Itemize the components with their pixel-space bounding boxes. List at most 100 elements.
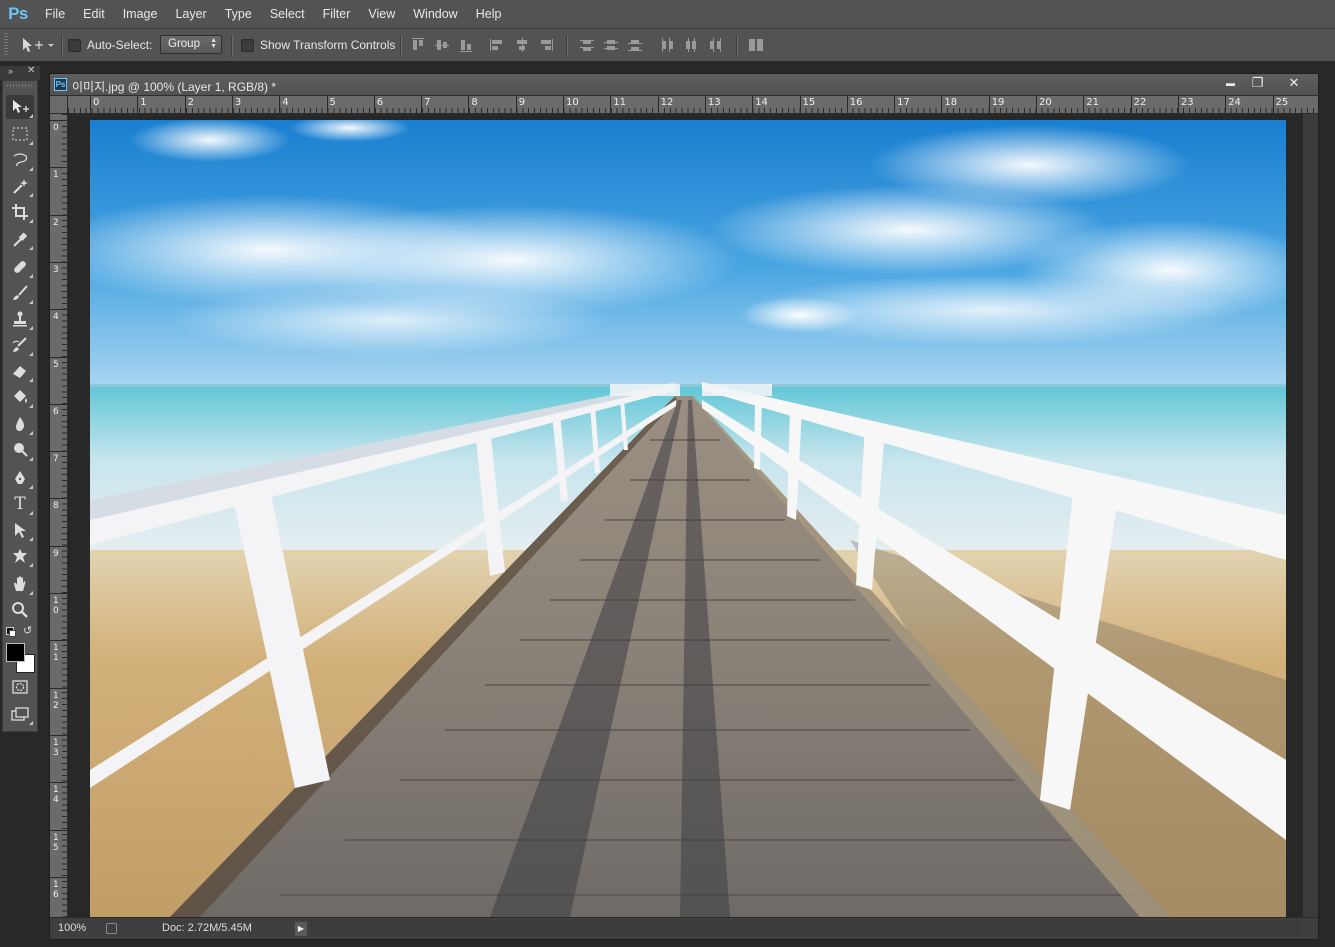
toolbox-grip[interactable] xyxy=(7,84,33,87)
align-vertical-centers-icon[interactable] xyxy=(435,38,449,52)
align-left-edges-icon[interactable] xyxy=(490,38,504,52)
custom-shape-tool[interactable] xyxy=(6,544,34,568)
ruler-label: 5 xyxy=(53,359,59,370)
auto-align-layers-icon[interactable] xyxy=(749,38,763,52)
restore-button[interactable]: ❐ xyxy=(1244,74,1271,92)
distribute-vertical-centers-icon[interactable] xyxy=(604,38,618,52)
ruler-label: 22 xyxy=(1133,97,1147,108)
menu-type[interactable]: Type xyxy=(216,0,261,28)
minimize-button[interactable]: ▬ xyxy=(1217,74,1244,92)
swap-colors-icon[interactable]: ↺ xyxy=(23,624,32,637)
ruler-label: 11 xyxy=(53,643,59,664)
screen-mode-button[interactable] xyxy=(6,702,34,726)
status-menu-arrow-icon[interactable]: ▶ xyxy=(295,922,307,936)
show-transform-controls[interactable]: Show Transform Controls xyxy=(241,29,395,61)
menu-filter[interactable]: Filter xyxy=(314,0,360,28)
brush-tool[interactable] xyxy=(6,281,34,305)
ruler-major-tick xyxy=(50,356,67,358)
options-bar-grip[interactable] xyxy=(4,33,8,57)
ruler-major-tick xyxy=(279,96,281,113)
default-colors-icon[interactable] xyxy=(6,627,16,637)
distribute-top-edges-icon[interactable] xyxy=(580,38,594,52)
canvas-image[interactable] xyxy=(90,120,1286,917)
move-tool[interactable] xyxy=(6,95,34,119)
move-tool-icon xyxy=(13,100,29,113)
crop-tool[interactable] xyxy=(6,200,34,224)
eraser-tool[interactable] xyxy=(6,359,34,383)
ruler-major-tick xyxy=(610,96,612,113)
align-right-edges-icon[interactable] xyxy=(539,38,553,52)
toolbox-header[interactable]: » ✕ xyxy=(0,65,40,80)
photoshop-logo: Ps xyxy=(8,4,28,23)
type-tool[interactable]: T xyxy=(6,492,34,516)
menu-view[interactable]: View xyxy=(359,0,404,28)
zoom-level-field[interactable]: 100% xyxy=(58,922,86,934)
distribute-bottom-edges-icon[interactable] xyxy=(628,38,642,52)
menu-window[interactable]: Window xyxy=(404,0,466,28)
align-bottom-edges-icon[interactable] xyxy=(459,38,473,52)
distribute-left-edges-icon[interactable] xyxy=(660,38,674,52)
ruler-major-tick xyxy=(468,96,470,113)
vertical-scrollbar[interactable] xyxy=(1302,114,1318,918)
pen-icon xyxy=(15,471,25,484)
auto-select-target-dropdown[interactable]: Group ▲ ▼ xyxy=(160,35,222,54)
clone-stamp-tool[interactable] xyxy=(6,307,34,331)
show-transform-controls-checkbox[interactable] xyxy=(241,38,254,52)
dodge-tool[interactable] xyxy=(6,438,34,462)
status-info-icon[interactable] xyxy=(106,923,117,934)
blur-tool[interactable] xyxy=(6,412,34,436)
distribute-right-edges-icon[interactable] xyxy=(708,38,722,52)
menu-layer[interactable]: Layer xyxy=(166,0,215,28)
menu-edit[interactable]: Edit xyxy=(74,0,114,28)
vertical-ruler[interactable]: 0 1 2 3 4 5 6 7 8 9 10 11 12 13 14 15 16 xyxy=(50,114,68,918)
close-button[interactable]: ✕ xyxy=(1276,74,1312,92)
quick-mask-button[interactable] xyxy=(6,675,34,699)
stamp-icon xyxy=(13,311,27,327)
ruler-origin[interactable] xyxy=(50,96,68,114)
ruler-major-tick xyxy=(137,96,139,113)
document-size-info[interactable]: Doc: 2.72M/5.45M xyxy=(162,922,252,934)
paint-bucket-tool[interactable] xyxy=(6,385,34,409)
horizontal-scrollbar[interactable] xyxy=(310,920,1300,936)
ruler-label: 6 xyxy=(376,97,384,108)
tool-preset-picker[interactable] xyxy=(18,34,58,56)
collapse-toolbox-icon[interactable]: » xyxy=(8,66,13,76)
canvas-area[interactable] xyxy=(68,114,1302,918)
ruler-major-tick xyxy=(421,96,423,113)
menu-file[interactable]: File xyxy=(36,0,74,28)
ruler-label: 20 xyxy=(1039,97,1052,108)
close-toolbox-icon[interactable]: ✕ xyxy=(27,65,35,76)
ruler-label: 9 xyxy=(518,97,526,108)
history-brush-icon xyxy=(12,337,27,352)
distribute-horizontal-centers-icon[interactable] xyxy=(684,38,698,52)
path-selection-tool[interactable] xyxy=(6,518,34,542)
ruler-major-tick xyxy=(373,96,375,113)
auto-select-checkbox[interactable] xyxy=(68,38,81,52)
lasso-tool[interactable] xyxy=(6,148,34,172)
foreground-color-swatch[interactable] xyxy=(6,643,25,662)
menu-image[interactable]: Image xyxy=(114,0,167,28)
marquee-tool[interactable] xyxy=(6,122,34,146)
hand-tool[interactable] xyxy=(6,572,34,596)
status-bar: 100% Doc: 2.72M/5.45M ▶ xyxy=(50,917,1318,939)
pen-tool[interactable] xyxy=(6,466,34,490)
quick-selection-tool[interactable] xyxy=(6,174,34,198)
magic-wand-icon xyxy=(13,179,28,194)
align-top-edges-icon[interactable] xyxy=(411,38,425,52)
separator xyxy=(231,35,233,57)
ruler-major-tick xyxy=(50,261,67,263)
dodge-icon xyxy=(14,443,28,457)
zoom-tool[interactable] xyxy=(6,598,34,622)
lasso-icon xyxy=(13,153,28,167)
document-title-bar[interactable]: Ps 이미지.jpg @ 100% (Layer 1, RGB/8) * ▬ ❐… xyxy=(50,74,1318,96)
healing-brush-tool[interactable] xyxy=(6,255,34,279)
history-brush-tool[interactable] xyxy=(6,333,34,357)
align-horizontal-centers-icon[interactable] xyxy=(515,38,529,52)
menu-select[interactable]: Select xyxy=(261,0,314,28)
auto-select-control[interactable]: Auto-Select: xyxy=(68,29,152,61)
horizontal-ruler[interactable]: 0 1 2 3 4 5 6 7 8 9 10 11 12 13 14 15 16 17 18 19 20 21 22 23 24… xyxy=(68,96,1318,114)
eyedropper-tool[interactable] xyxy=(6,227,34,251)
ruler-major-tick xyxy=(50,309,67,311)
menu-help[interactable]: Help xyxy=(467,0,511,28)
ruler-major-tick xyxy=(941,96,943,113)
